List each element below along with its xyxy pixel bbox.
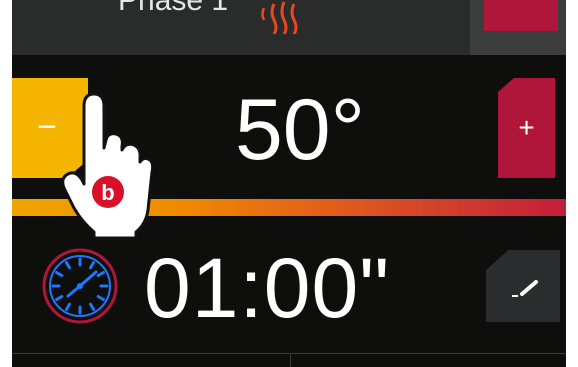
increase-temperature-button[interactable]: + [498,78,555,178]
bottom-center-divider [290,353,291,367]
hand-pointer-icon: b [61,92,154,240]
timer-value: 01:00" [144,241,391,335]
edit-timer-button[interactable] [486,250,560,322]
bottom-divider-line [12,353,566,354]
cursor-badge-letter: b [101,180,114,205]
top-bar: Phase 1 [12,0,566,55]
pencil-icon [512,280,538,297]
phase-label: Phase 1 [118,0,229,17]
plus-icon: + [518,112,535,143]
minus-icon: − [37,107,57,146]
clock-icon [42,248,118,324]
temperature-value: 50° [234,82,366,178]
heat-waves-icon [261,1,298,34]
top-right-button[interactable] [484,0,558,31]
